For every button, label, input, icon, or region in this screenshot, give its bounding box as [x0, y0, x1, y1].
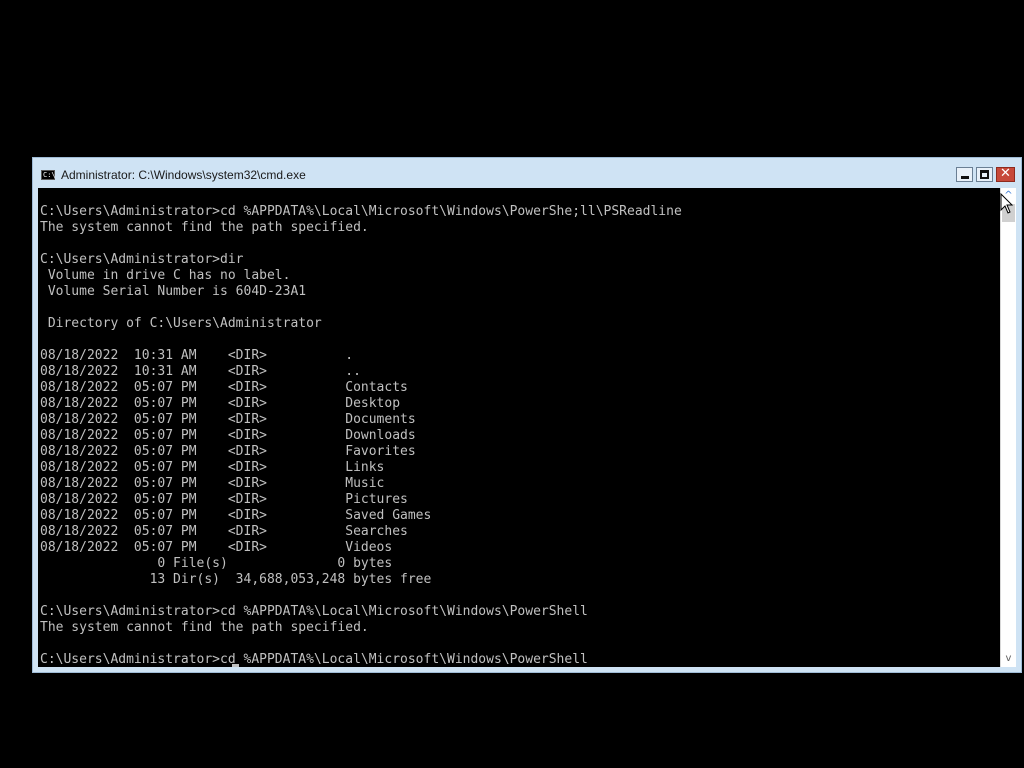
console-line: 08/18/2022 05:07 PM <DIR> Contacts: [40, 380, 408, 395]
console-line: 0 File(s) 0 bytes: [40, 556, 393, 571]
console-line: C:\Users\Administrator>dir: [40, 252, 244, 267]
console-line: Volume in drive C has no label.: [40, 268, 291, 283]
minimize-button[interactable]: [956, 167, 973, 182]
console-text: C:\Users\Administrator>cd %APPDATA%\Loca…: [38, 188, 1000, 667]
console-line: C:\Users\Administrator>cd %APPDATA%\Loca…: [40, 204, 682, 219]
console-line: C:\Users\Administrator>cd %APPDATA%\Loca…: [40, 604, 588, 619]
console-line: 08/18/2022 05:07 PM <DIR> Favorites: [40, 444, 416, 459]
console-line: 08/18/2022 10:31 AM <DIR> .: [40, 348, 354, 363]
maximize-button[interactable]: [976, 167, 993, 182]
console-line: 08/18/2022 05:07 PM <DIR> Videos: [40, 540, 393, 555]
console-line: The system cannot find the path specifie…: [40, 220, 369, 235]
console-line: 08/18/2022 05:07 PM <DIR> Music: [40, 476, 385, 491]
console-line: Volume Serial Number is 604D-23A1: [40, 284, 307, 299]
console-line: 08/18/2022 05:07 PM <DIR> Downloads: [40, 428, 416, 443]
console-line: 08/18/2022 10:31 AM <DIR> ..: [40, 364, 361, 379]
console-line: 08/18/2022 05:07 PM <DIR> Documents: [40, 412, 416, 427]
console-line: 13 Dir(s) 34,688,053,248 bytes free: [40, 572, 432, 587]
minimize-icon: [961, 176, 969, 179]
console-line: C:\Users\Administrator>cd %APPDATA%\Loca…: [40, 652, 588, 667]
console-line: The system cannot find the path specifie…: [40, 620, 369, 635]
cmd-icon-glyph: C:\: [43, 171, 56, 179]
maximize-icon: [980, 170, 989, 179]
cmd-window: C:\ Administrator: C:\Windows\system32\c…: [32, 157, 1022, 673]
text-cursor: [232, 664, 239, 667]
console-line: 08/18/2022 05:07 PM <DIR> Desktop: [40, 396, 401, 411]
title-bar[interactable]: C:\ Administrator: C:\Windows\system32\c…: [33, 158, 1021, 188]
scroll-down-button[interactable]: v: [1001, 651, 1016, 667]
console-line: 08/18/2022 05:07 PM <DIR> Saved Games: [40, 508, 432, 523]
console-line: 08/18/2022 05:07 PM <DIR> Pictures: [40, 492, 408, 507]
cmd-icon[interactable]: C:\: [41, 170, 56, 180]
window-title: Administrator: C:\Windows\system32\cmd.e…: [61, 168, 306, 182]
console-line: 08/18/2022 05:07 PM <DIR> Links: [40, 460, 385, 475]
console-output[interactable]: C:\Users\Administrator>cd %APPDATA%\Loca…: [38, 188, 1000, 667]
mouse-pointer-icon: [1000, 193, 1014, 214]
close-icon: ✕: [1000, 166, 1011, 181]
console-line: Directory of C:\Users\Administrator: [40, 316, 322, 331]
console-line: 08/18/2022 05:07 PM <DIR> Searches: [40, 524, 408, 539]
close-button[interactable]: ✕: [996, 166, 1015, 182]
vertical-scrollbar[interactable]: ^ v: [1000, 188, 1016, 667]
